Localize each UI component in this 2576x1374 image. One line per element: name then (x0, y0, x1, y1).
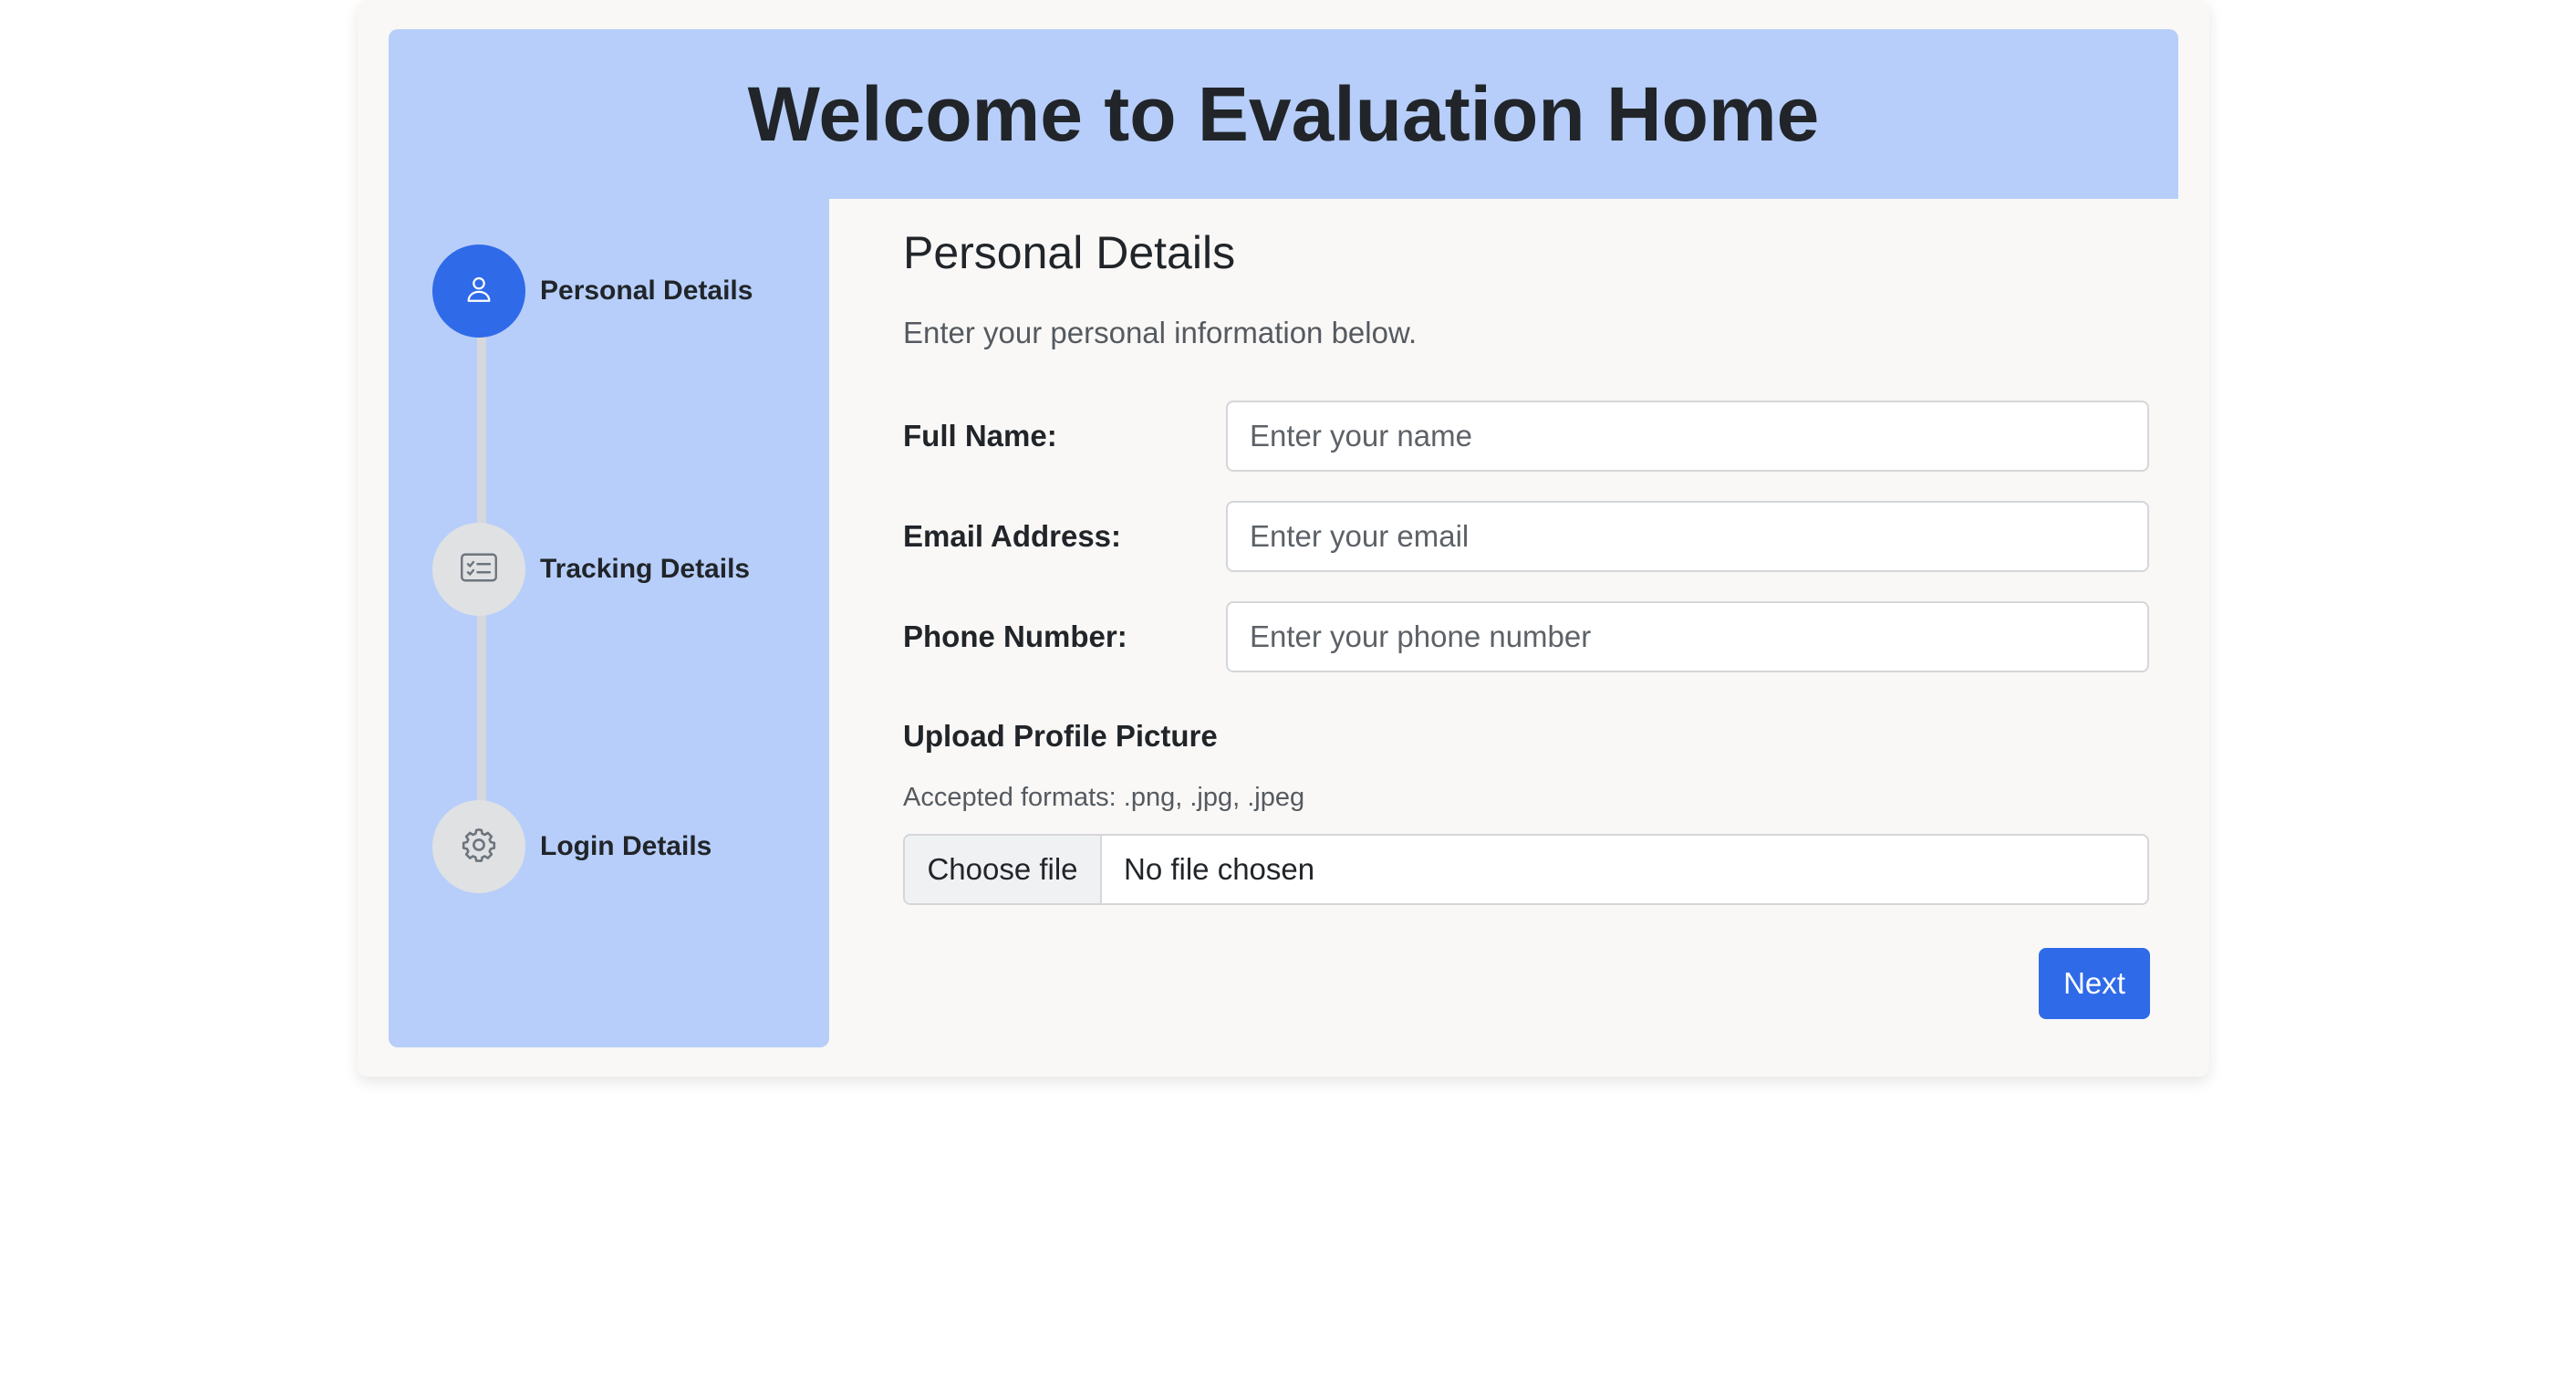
file-status: No file chosen (1124, 852, 1315, 886)
step-tracking-details[interactable]: Tracking Details (432, 523, 750, 616)
full-name-label: Full Name: (903, 419, 1057, 453)
step-circle-tracking (432, 523, 525, 616)
profile-picture-file-input[interactable]: Choose file No file chosen (903, 834, 2149, 905)
upload-title: Upload Profile Picture (903, 719, 1218, 753)
step-personal-details[interactable]: Personal Details (432, 245, 753, 338)
step-circle-personal (432, 245, 525, 338)
phone-row: Phone Number: (903, 601, 2149, 672)
person-icon (463, 274, 494, 309)
step-circle-login (432, 800, 525, 893)
gear-icon (460, 826, 498, 869)
section-title: Personal Details (903, 227, 1236, 278)
next-button[interactable]: Next (2039, 948, 2150, 1019)
step-label-personal: Personal Details (540, 276, 753, 306)
email-input[interactable] (1226, 501, 2149, 572)
section-subtitle: Enter your personal information below. (903, 316, 1418, 349)
step-login-details[interactable]: Login Details (432, 800, 712, 893)
phone-input[interactable] (1226, 601, 2149, 672)
choose-file-button[interactable]: Choose file (905, 836, 1102, 903)
checklist-card-icon (460, 551, 498, 588)
step-label-login: Login Details (540, 831, 712, 861)
email-row: Email Address: (903, 501, 2149, 572)
accepted-formats-note: Accepted formats: .png, .jpg, .jpeg (903, 783, 1305, 812)
page-title: Welcome to Evaluation Home (747, 70, 1820, 157)
full-name-input[interactable] (1226, 401, 2149, 472)
email-label: Email Address: (903, 519, 1122, 553)
step-label-tracking: Tracking Details (540, 554, 751, 584)
full-name-row: Full Name: (903, 401, 2149, 472)
phone-label: Phone Number: (903, 619, 1127, 653)
page-header: Welcome to Evaluation Home (389, 29, 2178, 199)
